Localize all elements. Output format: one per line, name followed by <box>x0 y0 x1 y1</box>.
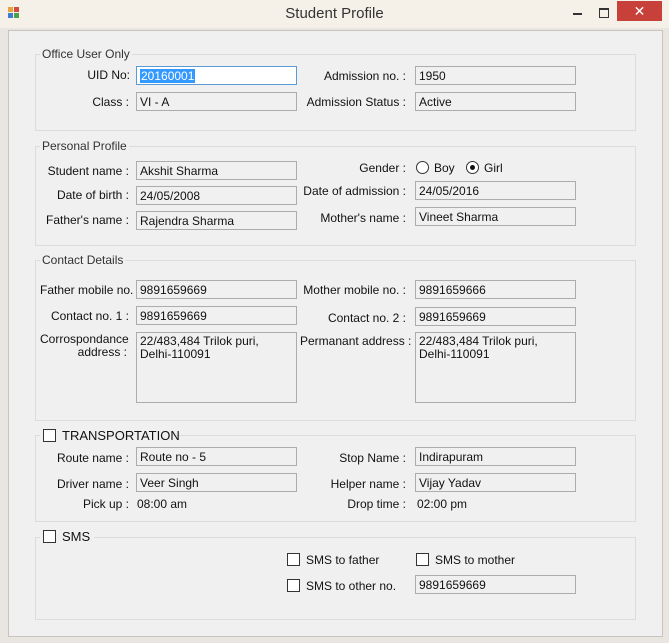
close-icon[interactable]: ✕ <box>617 1 662 21</box>
contact1-input[interactable]: 9891659669 <box>136 306 297 325</box>
personal-group-title: Personal Profile <box>40 139 129 153</box>
father-mobile-input[interactable]: 9891659669 <box>136 280 297 299</box>
drop-time-value: 02:00 pm <box>417 497 468 511</box>
admission-no-input[interactable]: 1950 <box>415 66 576 85</box>
dob-input[interactable]: 24/05/2008 <box>136 186 297 205</box>
pickup-value: 08:00 am <box>137 497 188 511</box>
transport-title: TRANSPORTATION <box>62 428 180 443</box>
gender-boy-radio[interactable] <box>416 161 429 174</box>
mother-mobile-input[interactable]: 9891659666 <box>415 280 576 299</box>
contact2-label: Contact no. 2 : <box>327 311 406 325</box>
minimize-icon[interactable] <box>566 4 590 22</box>
maximize-icon[interactable] <box>592 4 616 22</box>
helper-name-input[interactable]: Vijay Yadav <box>415 473 576 492</box>
admission-status-label: Admission Status : <box>306 95 406 109</box>
perm-address-input[interactable]: 22/483,484 Trilok puri, Delhi-110091 <box>415 332 576 403</box>
student-name-label: Student name : <box>47 164 129 178</box>
class-label: Class : <box>92 95 129 109</box>
father-mobile-label: Father mobile no. : <box>40 283 141 297</box>
pickup-label: Pick up : <box>82 497 129 511</box>
student-name-input[interactable]: Akshit Sharma <box>136 161 297 180</box>
class-input[interactable]: VI - A <box>136 92 297 111</box>
sms-other-input[interactable]: 9891659669 <box>415 575 576 594</box>
contact2-input[interactable]: 9891659669 <box>415 307 576 326</box>
sms-other-label: SMS to other no. <box>306 579 397 593</box>
uid-input[interactable]: 20160001 <box>136 66 297 85</box>
admission-status-input[interactable]: Active <box>415 92 576 111</box>
doa-input[interactable]: 24/05/2016 <box>415 181 576 200</box>
stop-name-label: Stop Name : <box>339 451 406 465</box>
perm-address-label: Permanant address : <box>300 334 412 348</box>
driver-name-label: Driver name : <box>56 477 129 491</box>
sms-checkbox[interactable] <box>43 530 56 543</box>
office-group-title: Office User Only <box>40 47 132 61</box>
corr-address-input[interactable]: 22/483,484 Trilok puri, Delhi-110091 <box>136 332 297 403</box>
sms-other-checkbox[interactable] <box>287 579 300 592</box>
route-name-input[interactable]: Route no - 5 <box>136 447 297 466</box>
mother-name-input[interactable]: Vineet Sharma <box>415 207 576 226</box>
mother-mobile-label: Mother mobile no. : <box>303 283 406 297</box>
mother-name-label: Mother's name : <box>320 211 406 225</box>
route-name-label: Route name : <box>56 451 129 465</box>
sms-father-checkbox[interactable] <box>287 553 300 566</box>
father-name-input[interactable]: Rajendra Sharma <box>136 211 297 230</box>
sms-mother-checkbox[interactable] <box>416 553 429 566</box>
contact1-label: Contact no. 1 : <box>50 309 129 323</box>
gender-girl-label: Girl <box>484 161 503 175</box>
sms-father-label: SMS to father <box>306 553 380 567</box>
stop-name-input[interactable]: Indirapuram <box>415 447 576 466</box>
sms-title: SMS <box>62 529 91 544</box>
helper-name-label: Helper name : <box>330 477 406 491</box>
corr-address-label: Corrospondance address : <box>40 332 129 359</box>
transport-checkbox[interactable] <box>43 429 56 442</box>
admission-no-label: Admission no. : <box>323 69 406 83</box>
uid-label: UID No: <box>87 68 130 82</box>
gender-girl-radio[interactable] <box>466 161 479 174</box>
dob-label: Date of birth : <box>56 188 129 202</box>
father-name-label: Father's name : <box>46 213 129 227</box>
doa-label: Date of admission : <box>303 184 406 198</box>
drop-time-label: Drop time : <box>347 497 406 511</box>
contact-group-title: Contact Details <box>40 253 126 267</box>
gender-boy-label: Boy <box>434 161 455 175</box>
gender-label: Gender : <box>359 161 406 175</box>
sms-mother-label: SMS to mother <box>435 553 516 567</box>
driver-name-input[interactable]: Veer Singh <box>136 473 297 492</box>
